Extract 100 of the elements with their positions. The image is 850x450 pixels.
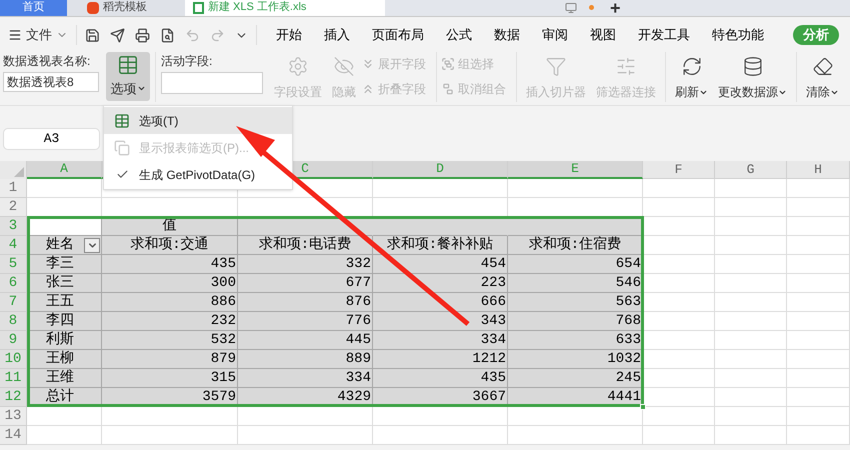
undo-icon[interactable] bbox=[185, 28, 200, 42]
fill-handle[interactable] bbox=[640, 404, 646, 410]
value-cell: 332 bbox=[346, 256, 371, 272]
monitor-icon[interactable] bbox=[565, 2, 577, 14]
row-header[interactable]: 7 bbox=[0, 293, 27, 312]
ribbon-button[interactable]: 更改数据源 bbox=[713, 52, 792, 101]
value-cell: 1212 bbox=[472, 350, 506, 368]
value-cell: 3667 bbox=[472, 388, 506, 406]
active-field-input[interactable] bbox=[161, 72, 263, 94]
row-header[interactable]: 3 bbox=[0, 217, 27, 236]
row-header[interactable]: 10 bbox=[0, 350, 27, 369]
value-cell: 435 bbox=[480, 370, 506, 386]
value-cell: 776 bbox=[346, 312, 371, 330]
value-cell: 633 bbox=[616, 332, 641, 348]
refresh-icon bbox=[680, 56, 702, 77]
ribbon-button[interactable]: 刷新 bbox=[670, 52, 713, 101]
column-header-cell: 求和项:电话费 bbox=[258, 236, 352, 254]
values-header: 值 bbox=[162, 218, 176, 234]
row-header[interactable]: 5 bbox=[0, 255, 27, 274]
pivot-name-field[interactable]: 数据透视表8 bbox=[3, 72, 99, 92]
menu-item[interactable]: 选项(T) bbox=[104, 107, 292, 134]
row-header[interactable]: 9 bbox=[0, 331, 27, 350]
row-header[interactable]: 1 bbox=[0, 179, 27, 198]
hide-icon bbox=[333, 56, 355, 77]
column-header[interactable]: E bbox=[508, 161, 643, 179]
value-cell: 315 bbox=[210, 370, 236, 386]
row-field-label: 姓名 bbox=[46, 236, 74, 254]
pivot-table-icon bbox=[114, 112, 130, 128]
value-cell: 4441 bbox=[607, 388, 641, 406]
value-cell: 889 bbox=[346, 350, 371, 368]
field-settings-icon bbox=[287, 56, 309, 77]
value-cell: 4329 bbox=[337, 388, 371, 406]
file-menu[interactable]: 文件 bbox=[8, 25, 68, 45]
value-cell: 886 bbox=[210, 294, 236, 310]
row-header[interactable]: 12 bbox=[0, 388, 27, 407]
total-label: 总计 bbox=[46, 388, 74, 406]
spreadsheet-icon bbox=[193, 2, 204, 14]
print-preview-icon[interactable] bbox=[160, 28, 175, 42]
value-cell: 876 bbox=[346, 294, 371, 310]
value-cell: 454 bbox=[480, 256, 506, 272]
save-icon[interactable] bbox=[85, 28, 100, 42]
value-cell: 223 bbox=[480, 274, 506, 292]
value-cell: 3579 bbox=[202, 388, 236, 406]
ribbon-button[interactable]: 清除 bbox=[801, 52, 844, 101]
eraser-icon bbox=[812, 56, 834, 77]
name-cell: 王维 bbox=[46, 370, 74, 386]
ribbon-tab[interactable]: 页面布局 bbox=[361, 25, 435, 45]
column-header-cell: 求和项:交通 bbox=[130, 236, 209, 254]
name-cell: 李三 bbox=[46, 256, 74, 272]
pages-icon bbox=[114, 140, 130, 156]
value-cell: 343 bbox=[480, 312, 506, 330]
column-header[interactable]: D bbox=[373, 161, 508, 179]
row-header[interactable]: 4 bbox=[0, 236, 27, 255]
ribbon-tab[interactable]: 公式 bbox=[435, 25, 483, 45]
options-button[interactable]: 选项 bbox=[106, 52, 150, 101]
new-tab-button[interactable]: + bbox=[606, 0, 625, 16]
name-cell: 李四 bbox=[46, 312, 74, 330]
row-header[interactable]: 6 bbox=[0, 274, 27, 293]
ungroup-icon bbox=[441, 82, 455, 96]
value-cell: 245 bbox=[616, 370, 641, 386]
filter-dropdown-button[interactable] bbox=[84, 238, 100, 252]
ribbon-tab[interactable]: 视图 bbox=[579, 25, 627, 45]
value-cell: 879 bbox=[210, 350, 236, 368]
column-header-cell: 求和项:餐补补贴 bbox=[386, 236, 494, 254]
data-source-icon bbox=[742, 56, 764, 77]
row-header[interactable]: 14 bbox=[0, 426, 27, 445]
ribbon-tab[interactable]: 开发工具 bbox=[627, 25, 701, 45]
name-box[interactable]: A3 bbox=[3, 128, 100, 150]
ribbon-tab[interactable]: 数据 bbox=[483, 25, 531, 45]
ribbon-tab[interactable]: 开始 bbox=[265, 25, 313, 45]
value-cell: 532 bbox=[210, 332, 236, 348]
value-cell: 677 bbox=[346, 274, 371, 292]
row-header[interactable]: 13 bbox=[0, 407, 27, 426]
row-header[interactable]: 8 bbox=[0, 312, 27, 331]
document-tab[interactable]: 稻壳模板 bbox=[67, 0, 185, 16]
redo-icon[interactable] bbox=[210, 28, 225, 42]
row-header[interactable]: 11 bbox=[0, 369, 27, 388]
row-header[interactable]: 2 bbox=[0, 198, 27, 217]
pivot-table-icon bbox=[117, 54, 139, 76]
value-cell: 546 bbox=[616, 274, 641, 292]
document-tab[interactable]: 首页 bbox=[0, 0, 67, 16]
column-header-cell: 求和项:住宿费 bbox=[528, 236, 622, 254]
ribbon-tab[interactable]: 插入 bbox=[313, 25, 361, 45]
value-cell: 334 bbox=[480, 332, 506, 348]
value-cell: 654 bbox=[616, 256, 641, 272]
document-tab[interactable]: 新建 XLS 工作表.xls bbox=[185, 0, 385, 16]
name-cell: 利斯 bbox=[46, 332, 74, 348]
ribbon-tab[interactable]: 分析 bbox=[793, 25, 839, 45]
template-logo-icon bbox=[87, 2, 99, 14]
print-icon[interactable] bbox=[135, 28, 150, 42]
menu-icon bbox=[8, 28, 22, 42]
value-cell: 768 bbox=[616, 312, 641, 330]
ribbon-tab[interactable]: 审阅 bbox=[531, 25, 579, 45]
value-cell: 563 bbox=[616, 294, 641, 310]
share-icon[interactable] bbox=[110, 28, 125, 42]
active-field-label: 活动字段: bbox=[161, 54, 214, 68]
column-header[interactable]: A bbox=[27, 161, 102, 179]
value-cell: 435 bbox=[210, 256, 236, 272]
ribbon-tab[interactable]: 特色功能 bbox=[701, 25, 775, 45]
name-cell: 王柳 bbox=[46, 350, 74, 368]
